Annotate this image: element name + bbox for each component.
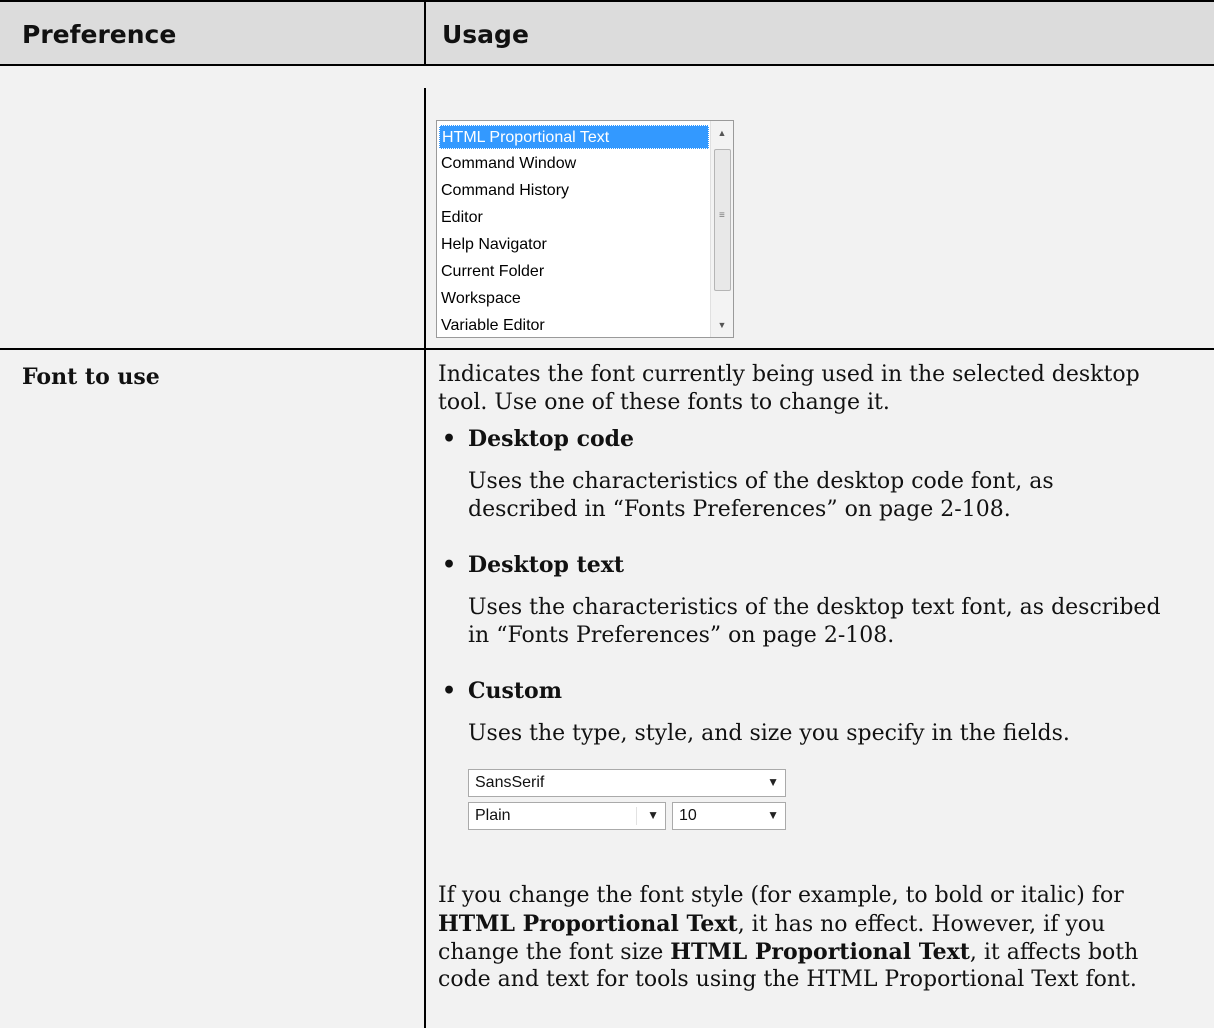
row-separator (0, 348, 1214, 350)
font-style-select[interactable]: Plain ▼ (468, 802, 666, 830)
option-desktop-code: • Desktop code (442, 426, 635, 452)
header-bottom-rule (0, 64, 1214, 66)
option-desc-line-1: Uses the characteristics of the desktop … (468, 469, 1054, 494)
note-text: , it affects both (969, 940, 1139, 965)
list-item[interactable]: HTML Proportional Text (439, 125, 709, 149)
note-line-2: HTML Proportional Text, it has no effect… (438, 910, 1105, 939)
font-size-select[interactable]: 10 ▼ (672, 802, 786, 830)
usage-intro-line-1: Indicates the font currently being used … (438, 362, 1140, 387)
column-divider (424, 2, 426, 66)
list-item[interactable]: Workspace (439, 287, 709, 311)
scroll-up-arrow-icon[interactable]: ▲ (711, 123, 733, 143)
option-desktop-text: • Desktop text (442, 552, 625, 578)
option-title: Desktop text (468, 552, 625, 578)
column-header-preference: Preference (22, 20, 177, 49)
usage-intro-line-2: tool. Use one of these fonts to change i… (438, 390, 890, 415)
option-desc-line-2: in “Fonts Preferences” on page 2-108. (468, 623, 895, 648)
option-title: Desktop code (468, 426, 635, 452)
option-desc-line-1: Uses the characteristics of the desktop … (468, 595, 1161, 620)
option-title: Custom (468, 678, 563, 704)
note-line-3: change the font size HTML Proportional T… (438, 938, 1138, 967)
font-type-select[interactable]: SansSerif ▼ (468, 769, 786, 797)
desktop-tool-list[interactable]: HTML Proportional Text Command Window Co… (436, 120, 734, 338)
option-desc-line-2: described in “Fonts Preferences” on page… (468, 497, 1011, 522)
list-item[interactable]: Command History (439, 179, 709, 203)
column-divider-body (424, 88, 426, 1028)
note-emphasis: HTML Proportional Text (438, 911, 738, 937)
grip-icon: ≡ (719, 210, 725, 221)
preference-label-font-to-use: Font to use (22, 364, 160, 390)
note-emphasis: HTML Proportional Text (670, 939, 970, 965)
note-text: , it has no effect. However, if you (737, 912, 1106, 937)
chevron-down-icon[interactable]: ▼ (767, 808, 779, 822)
dropdown-divider (636, 807, 637, 825)
font-size-value: 10 (679, 807, 697, 824)
chevron-down-icon[interactable]: ▼ (647, 808, 659, 822)
note-line-1: If you change the font style (for exampl… (438, 883, 1124, 908)
option-custom: • Custom (442, 678, 563, 704)
list-scrollbar[interactable]: ▲ ≡ ▼ (710, 121, 733, 337)
list-item[interactable]: Editor (439, 206, 709, 230)
note-text: change the font size (438, 940, 671, 965)
column-header-usage: Usage (442, 20, 529, 49)
scroll-down-arrow-icon[interactable]: ▼ (711, 315, 733, 335)
list-item[interactable]: Command Window (439, 152, 709, 176)
chevron-down-icon[interactable]: ▼ (767, 775, 779, 789)
option-desc-line-1: Uses the type, style, and size you speci… (468, 721, 1070, 746)
font-type-value: SansSerif (475, 774, 545, 791)
list-item[interactable]: Help Navigator (439, 233, 709, 257)
list-item[interactable]: Variable Editor (439, 314, 709, 338)
font-style-value: Plain (475, 807, 511, 824)
table-header: Preference Usage (0, 0, 1214, 66)
list-item[interactable]: Current Folder (439, 260, 709, 284)
scroll-thumb[interactable]: ≡ (714, 149, 731, 291)
note-line-4: code and text for tools using the HTML P… (438, 967, 1137, 992)
